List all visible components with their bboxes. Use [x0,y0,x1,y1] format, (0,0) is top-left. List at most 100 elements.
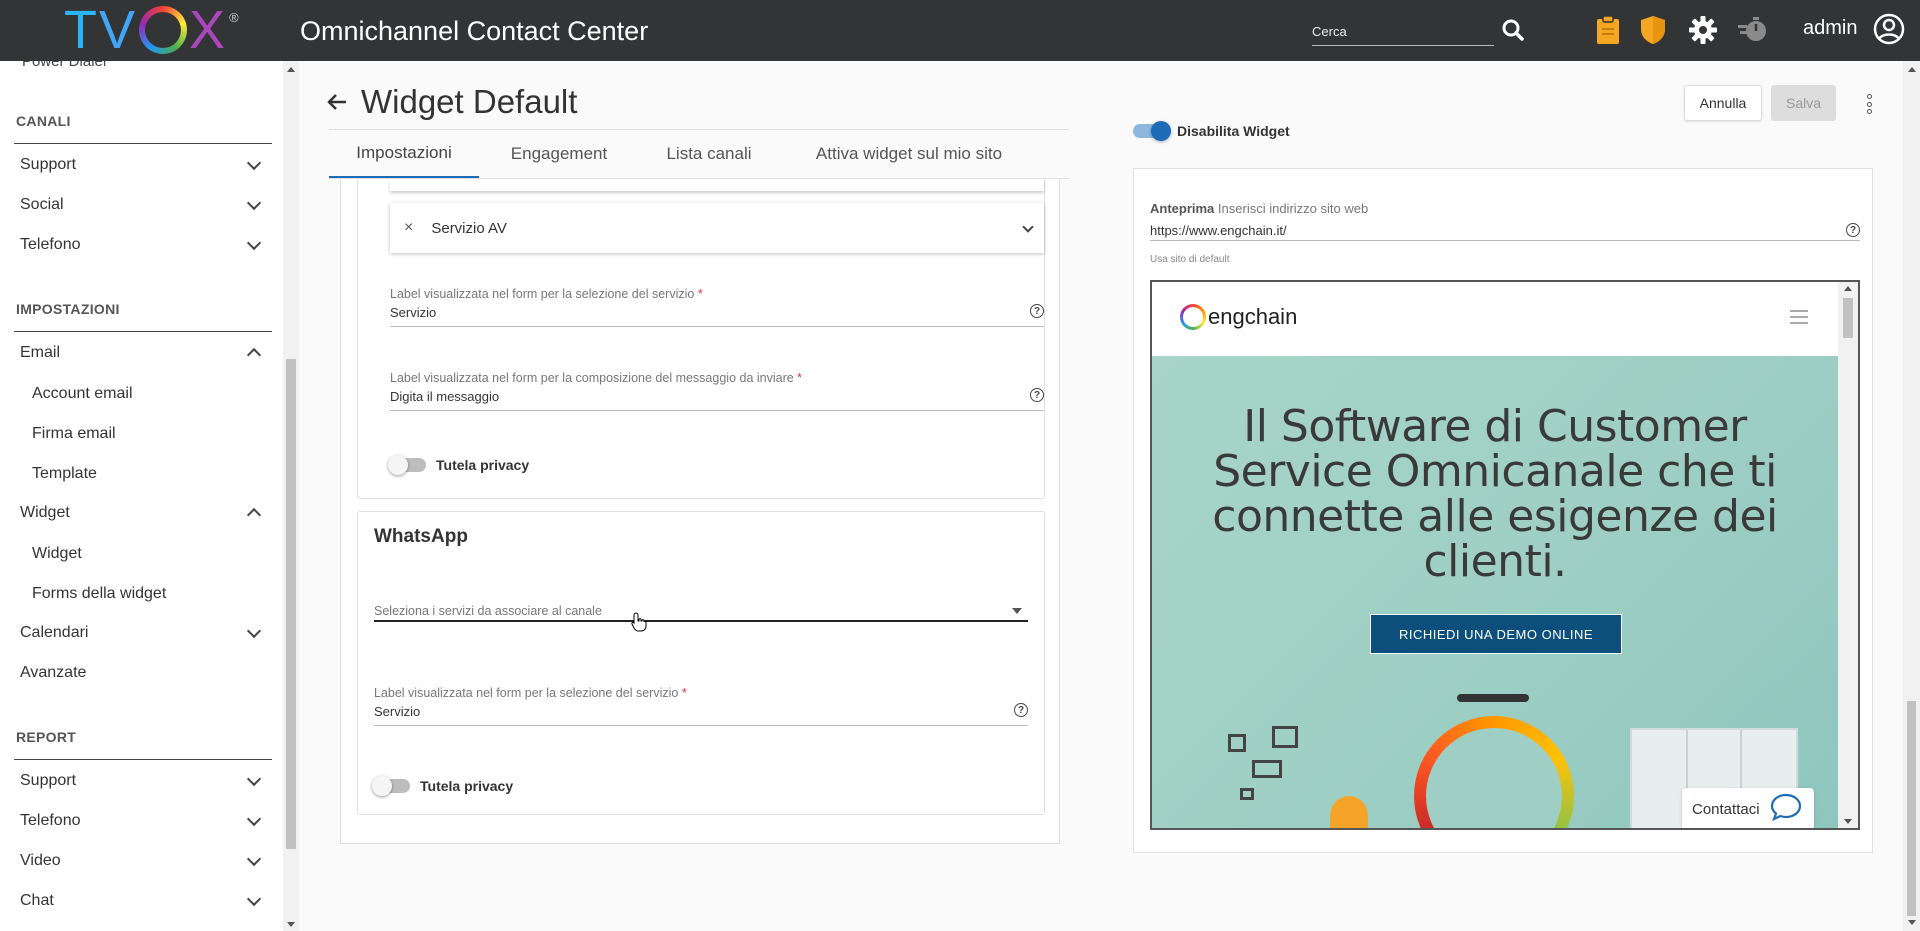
privacy-toggle[interactable]: Tutela privacy [388,455,529,475]
chevron-down-icon [246,851,262,867]
search-field[interactable] [1312,20,1494,46]
more-vert-icon[interactable] [1859,91,1879,117]
sidebar-item-label: Chat [20,892,54,909]
service-label-field[interactable]: Label visualizzata nel form per la selez… [390,287,1044,327]
scroll-down-arrow-icon[interactable] [1844,819,1852,824]
scroll-down-arrow-icon[interactable] [287,922,295,927]
sidebar-item-social[interactable]: Social [20,186,265,224]
whatsapp-service-label-field[interactable]: Label visualizzata nel form per la selez… [374,686,1028,726]
hamburger-menu-icon[interactable] [1790,310,1808,324]
selected-service-chip[interactable]: × Servizio AV [390,203,1044,253]
sidebar-scrollbar[interactable] [283,61,299,931]
main-scrollbar[interactable] [1903,61,1920,931]
save-button[interactable]: Salva [1771,85,1836,121]
preview-scroll-thumb[interactable] [1843,298,1853,338]
sidebar-item-widget-sub[interactable]: Widget [32,545,82,563]
tab-attiva-widget[interactable]: Attiva widget sul mio sito [779,130,1039,178]
chevron-up-icon [246,507,262,523]
sidebar-item-label: Calendari [20,624,89,641]
help-icon[interactable]: ? [1846,223,1860,237]
shield-icon[interactable] [1638,14,1668,46]
site-header: engchain [1152,282,1838,356]
page-title: Widget Default [361,83,578,120]
demo-request-button[interactable]: RICHIEDI UNA DEMO ONLINE [1370,614,1622,654]
sidebar-scroll-thumb[interactable] [286,359,296,849]
cancel-button[interactable]: Annulla [1684,85,1762,121]
disable-widget-toggle[interactable]: Disabilita Widget [1133,121,1290,141]
sidebar-item-report-chat[interactable]: Chat [20,882,265,920]
page-header: Widget Default Annulla Salva [299,61,1903,129]
scroll-up-arrow-icon[interactable] [1844,286,1852,291]
section-title-impostazioni: IMPOSTAZIONI [16,301,120,317]
sidebar-item-support[interactable]: Support [20,146,265,184]
scroll-down-arrow-icon[interactable] [1908,920,1916,925]
main-scroll-thumb[interactable] [1907,701,1916,916]
sidebar-item-report-telefono[interactable]: Telefono [20,802,265,840]
sidebar-item-template[interactable]: Template [32,465,97,483]
hand-cursor-icon [631,612,647,637]
services-select[interactable]: Seleziona i servizi da associare al cana… [374,604,1028,622]
decorative-square [1228,734,1246,752]
sidebar-item-forms-widget[interactable]: Forms della widget [32,585,166,603]
section-divider [14,759,272,760]
whatsapp-card: WhatsApp Seleziona i servizi da associar… [357,511,1045,815]
tvox-logo[interactable]: T V X ® [64,0,241,60]
search-input[interactable] [1312,20,1494,39]
tab-lista-canali[interactable]: Lista canali [639,130,779,178]
sidebar-item-label: Support [20,156,77,173]
gear-icon[interactable] [1688,14,1718,46]
hero-title: Il Software di Customer Service Omnicana… [1212,401,1778,587]
section-title-report: REPORT [16,729,77,745]
chevron-down-icon[interactable] [1022,221,1034,233]
sidebar-item-avanzate[interactable]: Avanzate [20,654,265,692]
help-icon[interactable]: ? [1014,703,1028,717]
whatsapp-privacy-toggle[interactable]: Tutela privacy [372,776,514,796]
top-bar: T V X ® Omnichannel Contact Center admin [0,0,1920,61]
back-arrow-icon[interactable] [326,93,348,116]
chat-bubble-icon [1770,793,1802,825]
sidebar-item-telefono[interactable]: Telefono [20,226,265,264]
engchain-logo[interactable]: engchain [1180,304,1297,330]
clipboard-icon[interactable] [1593,14,1623,46]
toggle-label: Tutela privacy [420,778,514,794]
search-icon[interactable] [1498,14,1528,46]
user-circle-icon[interactable] [1872,12,1906,46]
sidebar-item-widget[interactable]: Widget [20,494,265,532]
sidebar-item-label: Avanzate [20,664,87,681]
help-icon[interactable]: ? [1030,388,1044,402]
section-divider [14,143,272,144]
sidebar-item-email[interactable]: Email [20,334,265,372]
site-preview-frame[interactable]: engchain Il Software di Customer Service… [1150,280,1860,830]
sidebar-item-calendari[interactable]: Calendari [20,614,265,652]
logo-letter-t: T [64,0,99,60]
help-icon[interactable]: ? [1030,304,1044,318]
service-chip-collapsed[interactable] [390,179,1044,191]
app-title: Omnichannel Contact Center [300,16,649,46]
tab-engagement[interactable]: Engagement [479,130,639,178]
site-hero: Il Software di Customer Service Omnicana… [1152,356,1838,828]
use-default-site-link[interactable]: Usa sito di default [1150,254,1230,265]
contact-button[interactable]: Contattaci [1682,788,1814,828]
message-label-input[interactable]: Digita il messaggio? [390,388,1044,411]
scroll-up-arrow-icon[interactable] [287,67,295,72]
sidebar-item-firma-email[interactable]: Firma email [32,425,116,443]
sidebar-item-label: Widget [20,504,70,521]
sidebar-item-report-video[interactable]: Video [20,842,265,880]
timer-icon[interactable] [1738,14,1768,46]
remove-icon[interactable]: × [404,219,413,237]
preview-url-input[interactable]: https://www.engchain.it/? [1150,219,1860,241]
message-label-field[interactable]: Label visualizzata nel form per la compo… [390,371,1044,411]
user-name[interactable]: admin [1803,17,1857,40]
sidebar-item-account-email[interactable]: Account email [32,385,133,403]
chevron-up-icon [246,347,262,363]
service-label-input[interactable]: Servizio? [390,304,1044,327]
tab-impostazioni[interactable]: Impostazioni [329,130,479,178]
sidebar-item-report-support[interactable]: Support [20,762,265,800]
whatsapp-service-label-input[interactable]: Servizio? [374,703,1028,726]
preview-scrollbar[interactable] [1838,282,1858,828]
dropdown-caret-icon[interactable] [1012,608,1022,614]
scroll-up-arrow-icon[interactable] [1908,67,1916,72]
logo-people-icon [139,6,187,54]
sidebar-item-power-dialer[interactable]: Power Dialer [22,61,108,70]
decorative-square [1252,760,1282,778]
